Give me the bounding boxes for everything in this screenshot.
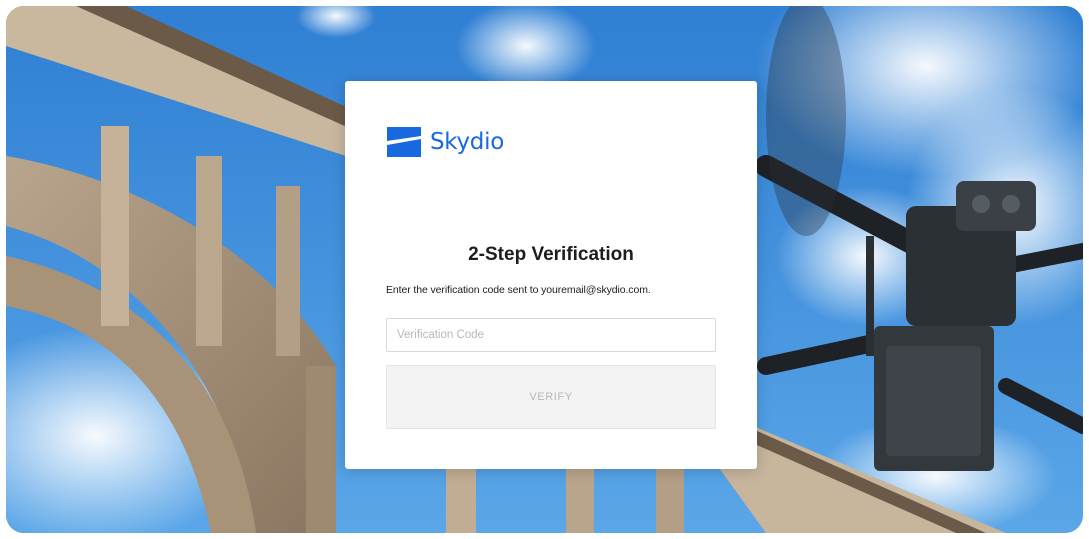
brand-name: Skydio <box>430 129 504 155</box>
verification-card: Skydio 2-Step Verification Enter the ver… <box>345 81 757 469</box>
verification-code-input[interactable] <box>386 318 716 352</box>
verification-instructions: Enter the verification code sent to your… <box>386 284 651 296</box>
brand: Skydio <box>386 125 504 159</box>
page-title: 2-Step Verification <box>468 244 634 265</box>
skydio-logo-icon <box>387 127 421 157</box>
page-background: Skydio 2-Step Verification Enter the ver… <box>6 6 1083 533</box>
verify-button[interactable]: VERIFY <box>386 365 716 429</box>
